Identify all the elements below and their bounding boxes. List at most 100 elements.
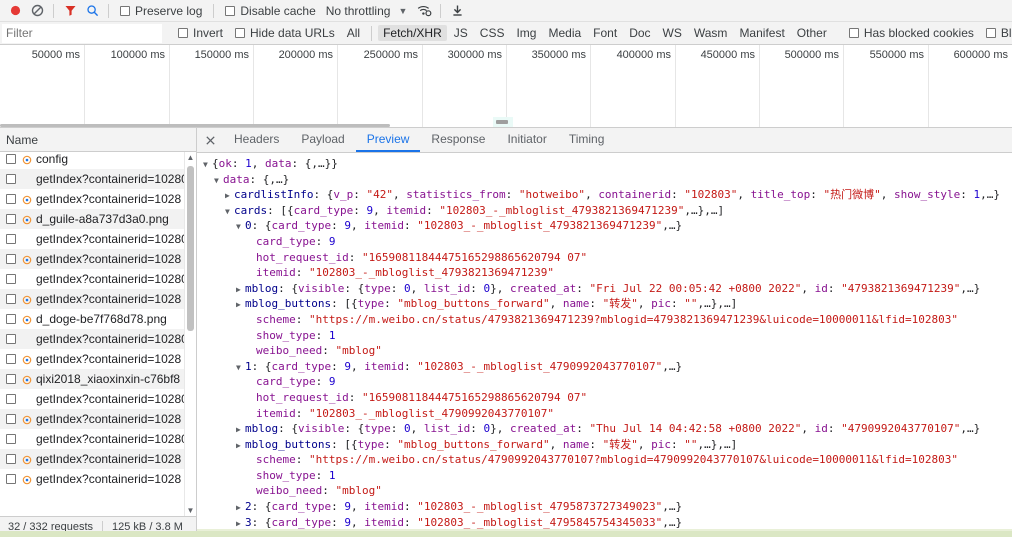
- throttling-dropdown[interactable]: No throttling: [326, 4, 391, 18]
- preserve-log-box[interactable]: [120, 5, 130, 16]
- request-row-checkbox[interactable]: [6, 214, 16, 224]
- json-line[interactable]: itemid: "102803_-_mbloglist_479099204377…: [197, 406, 1012, 422]
- request-row[interactable]: getIndex?containerid=102803: [0, 329, 196, 349]
- request-row-checkbox[interactable]: [6, 254, 16, 264]
- request-row[interactable]: getIndex?containerid=102803: [0, 269, 196, 289]
- overview-horizontal-scrollbar[interactable]: [0, 124, 390, 127]
- request-row[interactable]: getIndex?containerid=1028: [0, 449, 196, 469]
- disclosure-expanded-icon[interactable]: ▼: [214, 173, 223, 188]
- request-row-checkbox[interactable]: [6, 274, 16, 284]
- invert-checkbox[interactable]: Invert: [178, 26, 223, 40]
- disclosure-collapsed-icon[interactable]: ▶: [236, 438, 245, 453]
- request-row[interactable]: qixi2018_xiaoxinxin-c76bf8: [0, 369, 196, 389]
- json-line[interactable]: ▶ 2: {card_type: 9, itemid: "102803_-_mbl…: [197, 499, 1012, 515]
- request-row-checkbox[interactable]: [6, 394, 16, 404]
- type-filter-js[interactable]: JS: [449, 25, 473, 41]
- type-filter-manifest[interactable]: Manifest: [734, 25, 789, 41]
- disclosure-collapsed-icon[interactable]: ▶: [236, 500, 245, 515]
- request-row[interactable]: getIndex?containerid=1028: [0, 469, 196, 489]
- type-filter-wasm[interactable]: Wasm: [689, 25, 733, 41]
- type-filter-font[interactable]: Font: [588, 25, 622, 41]
- json-line[interactable]: hot_request_id: "16590811844475165298865…: [197, 390, 1012, 406]
- json-line[interactable]: ▶ cardlistInfo: {v_p: "42", statistics_fr…: [197, 187, 1012, 203]
- type-filter-ws[interactable]: WS: [658, 25, 687, 41]
- type-filter-css[interactable]: CSS: [475, 25, 510, 41]
- json-line[interactable]: card_type: 9: [197, 374, 1012, 390]
- request-row[interactable]: getIndex?containerid=1028: [0, 349, 196, 369]
- request-row-checkbox[interactable]: [6, 414, 16, 424]
- filter-toggle-button[interactable]: [60, 2, 80, 20]
- tab-headers[interactable]: Headers: [223, 128, 290, 152]
- request-row[interactable]: getIndex?containerid=1028: [0, 409, 196, 429]
- disclosure-collapsed-icon[interactable]: ▶: [236, 422, 245, 437]
- close-detail-button[interactable]: [197, 128, 223, 152]
- tab-initiator[interactable]: Initiator: [496, 128, 557, 152]
- json-line[interactable]: scheme: "https://m.weibo.cn/status/47938…: [197, 312, 1012, 328]
- tab-preview[interactable]: Preview: [355, 128, 421, 152]
- json-preview-viewer[interactable]: ▼ {ok: 1, data: {,…}} ▼ data: {,…} ▶ cardlist…: [197, 153, 1012, 537]
- has-blocked-cookies-box[interactable]: [848, 28, 859, 38]
- request-row-checkbox[interactable]: [6, 174, 16, 184]
- request-list-scrollbar[interactable]: ▲ ▼: [184, 152, 196, 516]
- request-row[interactable]: getIndex?containerid=1028: [0, 249, 196, 269]
- hide-data-urls-checkbox[interactable]: Hide data URLs: [235, 26, 335, 40]
- request-row[interactable]: d_doge-be7f768d78.png: [0, 309, 196, 329]
- request-row-checkbox[interactable]: [6, 454, 16, 464]
- has-blocked-cookies-checkbox[interactable]: Has blocked cookies: [848, 26, 974, 40]
- json-line[interactable]: ▶ mblog_buttons: [{type: "mblog_buttons_f…: [197, 437, 1012, 453]
- request-row-checkbox[interactable]: [6, 434, 16, 444]
- disclosure-expanded-icon[interactable]: ▼: [236, 219, 245, 234]
- disclosure-collapsed-icon[interactable]: ▶: [236, 282, 245, 297]
- chevron-down-icon[interactable]: ▼: [398, 6, 407, 16]
- overview-bar-gray[interactable]: [496, 120, 508, 124]
- type-filter-doc[interactable]: Doc: [624, 25, 655, 41]
- record-button[interactable]: [5, 2, 25, 20]
- scroll-down-arrow-icon[interactable]: ▼: [185, 505, 196, 516]
- json-line[interactable]: weibo_need: "mblog": [197, 343, 1012, 359]
- request-row-checkbox[interactable]: [6, 334, 16, 344]
- type-filter-other[interactable]: Other: [792, 25, 832, 41]
- request-row-checkbox[interactable]: [6, 314, 16, 324]
- json-line[interactable]: show_type: 1: [197, 328, 1012, 344]
- request-row[interactable]: getIndex?containerid=102803: [0, 169, 196, 189]
- request-row-checkbox[interactable]: [6, 354, 16, 364]
- request-row[interactable]: config: [0, 152, 196, 169]
- disable-cache-checkbox[interactable]: Disable cache: [225, 4, 316, 18]
- request-list[interactable]: config getIndex?containerid=102803 getInde…: [0, 152, 196, 516]
- import-har-button[interactable]: [447, 2, 467, 20]
- disclosure-expanded-icon[interactable]: ▼: [225, 204, 234, 219]
- type-filter-all[interactable]: All: [342, 25, 365, 41]
- request-row[interactable]: getIndex?containerid=102803: [0, 229, 196, 249]
- request-row-checkbox[interactable]: [6, 234, 16, 244]
- scroll-up-arrow-icon[interactable]: ▲: [185, 152, 196, 163]
- json-line[interactable]: ▶ mblog: {visible: {type: 0, list_id: 0},…: [197, 281, 1012, 297]
- json-line[interactable]: ▼ {ok: 1, data: {,…}}: [197, 156, 1012, 172]
- tab-timing[interactable]: Timing: [558, 128, 616, 152]
- blocked-requests-box[interactable]: [985, 28, 996, 38]
- json-line[interactable]: show_type: 1: [197, 468, 1012, 484]
- type-filter-media[interactable]: Media: [543, 25, 586, 41]
- search-button[interactable]: [82, 2, 102, 20]
- tab-response[interactable]: Response: [420, 128, 496, 152]
- json-line[interactable]: ▶ mblog_buttons: [{type: "mblog_buttons_f…: [197, 296, 1012, 312]
- json-line[interactable]: itemid: "102803_-_mbloglist_479382136947…: [197, 265, 1012, 281]
- request-row-checkbox[interactable]: [6, 374, 16, 384]
- request-row-checkbox[interactable]: [6, 154, 16, 164]
- json-line[interactable]: hot_request_id: "16590811844475165298865…: [197, 250, 1012, 266]
- disclosure-collapsed-icon[interactable]: ▶: [225, 188, 234, 203]
- request-row-checkbox[interactable]: [6, 294, 16, 304]
- request-list-header[interactable]: Name: [0, 128, 196, 152]
- json-line[interactable]: ▶ 3: {card_type: 9, itemid: "102803_-_mbl…: [197, 515, 1012, 531]
- json-line[interactable]: scheme: "https://m.weibo.cn/status/47909…: [197, 452, 1012, 468]
- scrollbar-thumb[interactable]: [187, 166, 194, 331]
- blocked-requests-checkbox[interactable]: Blocked Requests: [985, 26, 1012, 40]
- type-filter-fetch-xhr[interactable]: Fetch/XHR: [378, 25, 447, 41]
- json-line[interactable]: weibo_need: "mblog": [197, 483, 1012, 499]
- json-line[interactable]: ▼ 1: {card_type: 9, itemid: "102803_-_mbl…: [197, 359, 1012, 375]
- request-row[interactable]: getIndex?containerid=1028: [0, 289, 196, 309]
- json-line[interactable]: ▶ mblog: {visible: {type: 0, list_id: 0},…: [197, 421, 1012, 437]
- hide-data-urls-box[interactable]: [235, 28, 246, 38]
- json-line[interactable]: ▼ cards: [{card_type: 9, itemid: "102803_…: [197, 203, 1012, 219]
- request-row-checkbox[interactable]: [6, 194, 16, 204]
- request-row[interactable]: getIndex?containerid=1028: [0, 189, 196, 209]
